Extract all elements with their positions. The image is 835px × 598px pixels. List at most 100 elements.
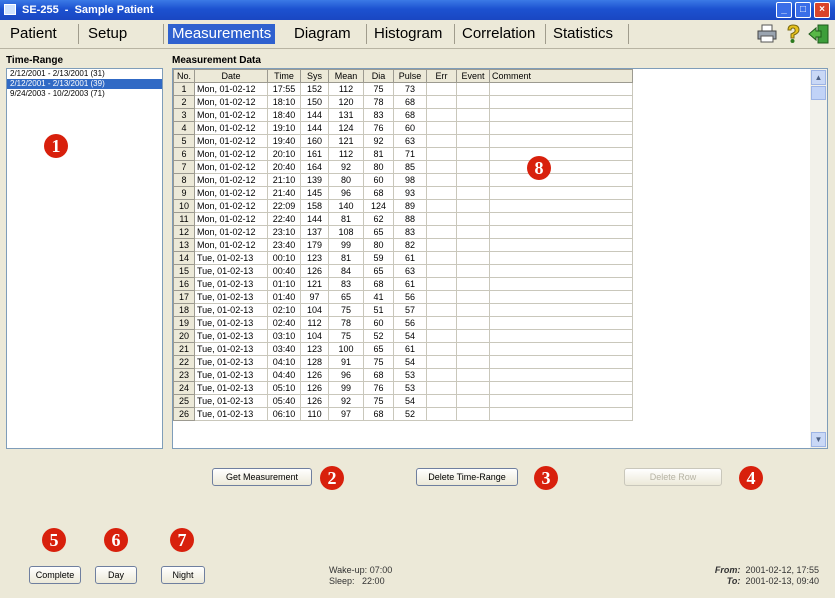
err-cell[interactable] [426,82,457,96]
comment-cell[interactable] [489,355,633,369]
event-cell[interactable] [456,381,490,395]
pulse-cell[interactable]: 61 [393,277,427,291]
day-button[interactable]: Day [95,566,137,584]
pulse-cell[interactable]: 68 [393,108,427,122]
table-row[interactable]: 10 Mon, 01-02-12 22:09 158 140 124 89 [173,199,633,213]
err-cell[interactable] [426,121,457,135]
row-number[interactable]: 13 [173,238,195,252]
mean-cell[interactable]: 96 [328,368,364,382]
dia-cell[interactable]: 59 [363,251,394,265]
pulse-cell[interactable]: 54 [393,394,427,408]
dia-cell[interactable]: 92 [363,134,394,148]
time-cell[interactable]: 02:40 [267,316,301,330]
mean-cell[interactable]: 120 [328,95,364,109]
pulse-cell[interactable]: 83 [393,225,427,239]
pulse-cell[interactable]: 53 [393,368,427,382]
err-cell[interactable] [426,199,457,213]
date-cell[interactable]: Tue, 01-02-13 [194,316,268,330]
sys-cell[interactable]: 126 [300,368,329,382]
mean-cell[interactable]: 99 [328,381,364,395]
event-cell[interactable] [456,212,490,226]
mean-cell[interactable]: 81 [328,212,364,226]
dia-cell[interactable]: 78 [363,95,394,109]
event-cell[interactable] [456,134,490,148]
err-cell[interactable] [426,381,457,395]
scroll-down-arrow-icon[interactable]: ▼ [811,432,826,447]
date-cell[interactable]: Mon, 01-02-12 [194,134,268,148]
err-cell[interactable] [426,212,457,226]
pulse-cell[interactable]: 63 [393,134,427,148]
table-row[interactable]: 7 Mon, 01-02-12 20:40 164 92 80 85 [173,160,633,174]
mean-cell[interactable]: 112 [328,82,364,96]
time-range-item[interactable]: 2/12/2001 - 2/13/2001 (31) [7,69,162,79]
table-row[interactable]: 2 Mon, 01-02-12 18:10 150 120 78 68 [173,95,633,109]
time-cell[interactable]: 17:55 [267,82,301,96]
mean-cell[interactable]: 83 [328,277,364,291]
close-button[interactable]: × [814,2,830,18]
sys-cell[interactable]: 150 [300,95,329,109]
menu-diagram[interactable]: Diagram [290,24,355,44]
time-cell[interactable]: 18:40 [267,108,301,122]
date-cell[interactable]: Mon, 01-02-12 [194,121,268,135]
table-row[interactable]: 8 Mon, 01-02-12 21:10 139 80 60 98 [173,173,633,187]
sys-cell[interactable]: 144 [300,121,329,135]
err-cell[interactable] [426,173,457,187]
measurement-data-grid[interactable]: No. Date Time Sys Mean Dia Pulse Err Eve… [172,68,828,449]
date-cell[interactable]: Mon, 01-02-12 [194,147,268,161]
date-cell[interactable]: Mon, 01-02-12 [194,225,268,239]
comment-cell[interactable] [489,342,633,356]
pulse-cell[interactable]: 89 [393,199,427,213]
date-cell[interactable]: Tue, 01-02-13 [194,368,268,382]
date-cell[interactable]: Mon, 01-02-12 [194,108,268,122]
dia-cell[interactable]: 41 [363,290,394,304]
date-cell[interactable]: Tue, 01-02-13 [194,355,268,369]
comment-cell[interactable] [489,303,633,317]
time-cell[interactable]: 00:40 [267,264,301,278]
time-cell[interactable]: 03:10 [267,329,301,343]
scroll-thumb[interactable] [811,86,826,100]
comment-cell[interactable] [489,225,633,239]
help-icon[interactable] [782,24,804,44]
pulse-cell[interactable]: 73 [393,82,427,96]
table-row[interactable]: 5 Mon, 01-02-12 19:40 160 121 92 63 [173,134,633,148]
date-cell[interactable]: Mon, 01-02-12 [194,199,268,213]
mean-cell[interactable]: 99 [328,238,364,252]
time-cell[interactable]: 02:10 [267,303,301,317]
sys-cell[interactable]: 179 [300,238,329,252]
time-cell[interactable]: 04:40 [267,368,301,382]
pulse-cell[interactable]: 52 [393,407,427,421]
err-cell[interactable] [426,394,457,408]
dia-cell[interactable]: 68 [363,368,394,382]
time-cell[interactable]: 05:40 [267,394,301,408]
err-cell[interactable] [426,134,457,148]
comment-cell[interactable] [489,381,633,395]
event-cell[interactable] [456,264,490,278]
exit-icon[interactable] [808,24,830,44]
pulse-cell[interactable]: 85 [393,160,427,174]
dia-cell[interactable]: 65 [363,225,394,239]
printer-icon[interactable] [756,24,778,44]
pulse-cell[interactable]: 60 [393,121,427,135]
sys-cell[interactable]: 145 [300,186,329,200]
sys-cell[interactable]: 97 [300,290,329,304]
mean-cell[interactable]: 80 [328,173,364,187]
table-row[interactable]: 9 Mon, 01-02-12 21:40 145 96 68 93 [173,186,633,200]
date-cell[interactable]: Tue, 01-02-13 [194,251,268,265]
err-cell[interactable] [426,264,457,278]
vertical-scrollbar[interactable]: ▲ ▼ [810,69,827,448]
mean-cell[interactable]: 140 [328,199,364,213]
pulse-cell[interactable]: 93 [393,186,427,200]
dia-cell[interactable]: 51 [363,303,394,317]
dia-cell[interactable]: 68 [363,407,394,421]
sys-cell[interactable]: 158 [300,199,329,213]
pulse-cell[interactable]: 68 [393,95,427,109]
row-number[interactable]: 9 [173,186,195,200]
err-cell[interactable] [426,316,457,330]
pulse-cell[interactable]: 54 [393,355,427,369]
mean-cell[interactable]: 121 [328,134,364,148]
err-cell[interactable] [426,251,457,265]
row-number[interactable]: 24 [173,381,195,395]
table-row[interactable]: 24 Tue, 01-02-13 05:10 126 99 76 53 [173,381,633,395]
mean-cell[interactable]: 75 [328,303,364,317]
time-cell[interactable]: 05:10 [267,381,301,395]
